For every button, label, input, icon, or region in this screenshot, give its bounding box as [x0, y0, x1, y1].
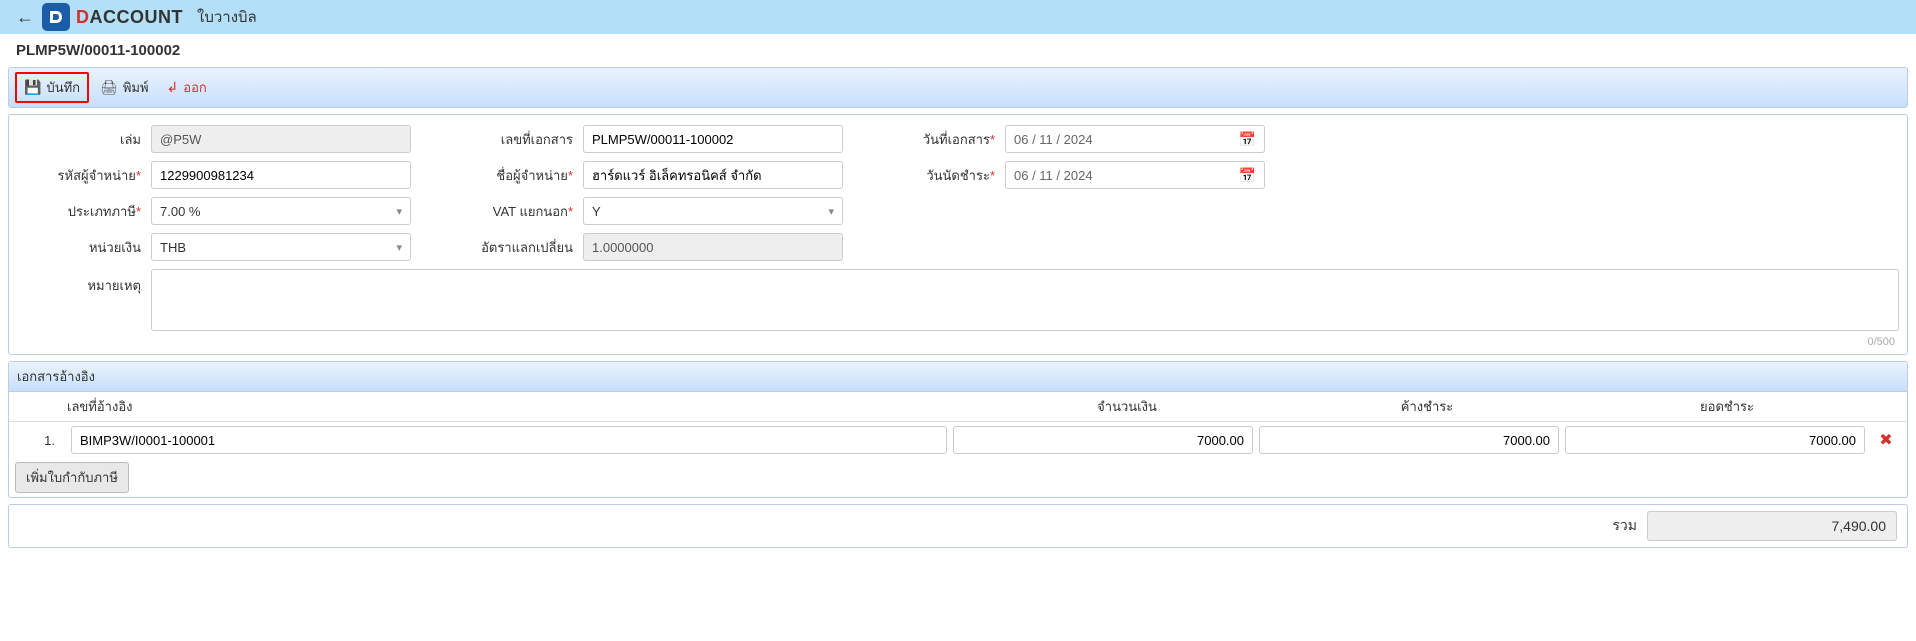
- toolbar: 💾 บันทึก 🖨 พิมพ์ ↲ ออก: [8, 67, 1908, 108]
- reference-table-head: เลขที่อ้างอิง จำนวนเงิน ค้างชำระ ยอดชำระ: [9, 392, 1907, 422]
- due-label: วันนัดชำระ*: [891, 165, 1001, 186]
- pay-field[interactable]: [1565, 426, 1865, 454]
- print-icon: 🖨: [100, 79, 118, 96]
- reference-row: 1. ✖: [9, 422, 1907, 458]
- vendor-code-label: รหัสผู้จำหน่าย*: [17, 165, 147, 186]
- docdate-value: 06 / 11 / 2024: [1014, 132, 1093, 147]
- col-outstanding: ค้างชำระ: [1277, 396, 1577, 417]
- tax-type-label: ประเภทภาษี*: [17, 201, 147, 222]
- save-icon: 💾: [24, 79, 41, 96]
- calendar-icon[interactable]: 📅: [1239, 167, 1256, 184]
- refno-field[interactable]: [71, 426, 947, 454]
- book-field: [151, 125, 411, 153]
- total-bar: รวม 7,490.00: [8, 504, 1908, 548]
- vat-sep-label: VAT แยกนอก*: [459, 201, 579, 222]
- amount-field[interactable]: [953, 426, 1253, 454]
- exrate-label: อัตราแลกเปลี่ยน: [459, 237, 579, 258]
- calendar-icon[interactable]: 📅: [1239, 131, 1256, 148]
- row-index: 1.: [15, 433, 65, 448]
- due-value: 06 / 11 / 2024: [1014, 168, 1093, 183]
- save-label: บันทึก: [46, 77, 80, 98]
- page-title: ใบวางบิล: [197, 5, 257, 29]
- exit-button[interactable]: ↲ ออก: [160, 74, 214, 101]
- reference-header: เอกสารอ้างอิง: [9, 362, 1907, 392]
- docdate-label: วันที่เอกสาร*: [891, 129, 1001, 150]
- total-label: รวม: [1612, 515, 1637, 537]
- docno-field[interactable]: [583, 125, 843, 153]
- tax-type-select[interactable]: 7.00 %: [151, 197, 411, 225]
- remark-field[interactable]: [151, 269, 1899, 331]
- vendor-code-field[interactable]: [151, 161, 411, 189]
- outstanding-field[interactable]: [1259, 426, 1559, 454]
- topbar: ← DACCOUNT ใบวางบิล: [0, 0, 1916, 34]
- char-count: 0/500: [151, 334, 1899, 350]
- docno-label: เลขที่เอกสาร: [459, 129, 579, 150]
- docdate-field[interactable]: 06 / 11 / 2024 📅: [1005, 125, 1265, 153]
- exit-label: ออก: [183, 77, 207, 98]
- currency-label: หน่วยเงิน: [17, 237, 147, 258]
- col-pay: ยอดชำระ: [1577, 396, 1877, 417]
- book-label: เล่ม: [17, 129, 147, 150]
- vendor-name-label: ชื่อผู้จำหน่าย*: [459, 165, 579, 186]
- save-button[interactable]: 💾 บันทึก: [15, 72, 89, 103]
- vat-sep-select[interactable]: Y: [583, 197, 843, 225]
- col-amount: จำนวนเงิน: [977, 396, 1277, 417]
- add-invoice-button[interactable]: เพิ่มใบกำกับภาษี: [15, 462, 129, 493]
- form-panel: เล่ม เลขที่เอกสาร วันที่เอกสาร* 06 / 11 …: [8, 114, 1908, 355]
- total-value: 7,490.00: [1647, 511, 1897, 541]
- print-button[interactable]: 🖨 พิมพ์: [93, 74, 156, 101]
- brand: DACCOUNT: [76, 7, 183, 28]
- exit-icon: ↲: [167, 79, 179, 96]
- currency-select[interactable]: THB: [151, 233, 411, 261]
- logo: [42, 3, 70, 31]
- col-refno: เลขที่อ้างอิง: [59, 396, 977, 417]
- document-number: PLMP5W/00011-100002: [0, 34, 1916, 67]
- delete-row-button[interactable]: ✖: [1871, 430, 1901, 450]
- due-field[interactable]: 06 / 11 / 2024 📅: [1005, 161, 1265, 189]
- back-arrow[interactable]: ←: [8, 7, 42, 28]
- reference-section: เอกสารอ้างอิง เลขที่อ้างอิง จำนวนเงิน ค้…: [8, 361, 1908, 498]
- exrate-field: [583, 233, 843, 261]
- vendor-name-field[interactable]: [583, 161, 843, 189]
- remark-label: หมายเหตุ: [17, 269, 147, 350]
- print-label: พิมพ์: [123, 77, 149, 98]
